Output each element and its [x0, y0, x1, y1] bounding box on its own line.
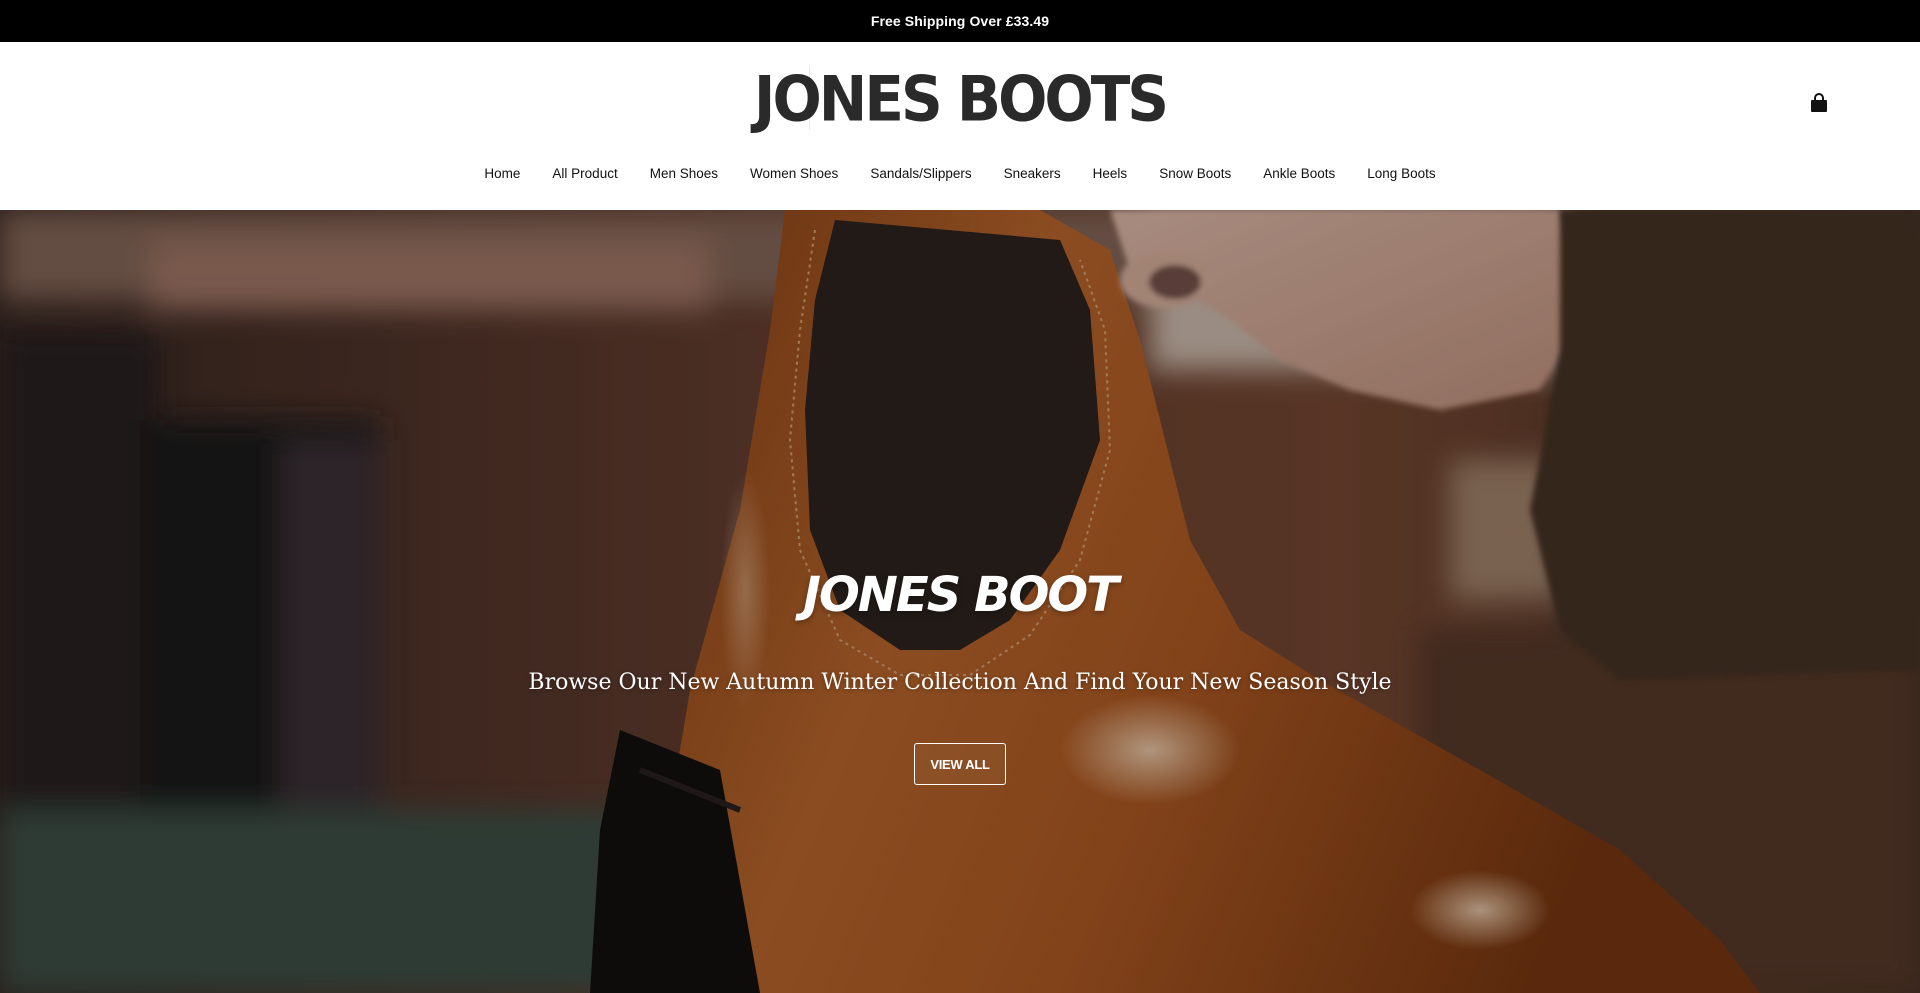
site-header: JONES BOOTS Home All Product Men Shoes W… [0, 42, 1920, 210]
nav-item-sandals-slippers[interactable]: Sandals/Slippers [854, 166, 987, 181]
nav-item-snow-boots[interactable]: Snow Boots [1143, 166, 1247, 181]
shopping-bag-icon[interactable] [1808, 92, 1830, 114]
nav-item-home[interactable]: Home [468, 166, 536, 181]
site-logo[interactable]: JONES BOOTS [0, 68, 1920, 131]
nav-item-ankle-boots[interactable]: Ankle Boots [1247, 166, 1351, 181]
nav-item-women-shoes[interactable]: Women Shoes [734, 166, 854, 181]
nav-item-all-product[interactable]: All Product [536, 166, 633, 181]
nav-item-men-shoes[interactable]: Men Shoes [634, 166, 734, 181]
nav-item-heels[interactable]: Heels [1077, 166, 1144, 181]
hero-banner: JONES BOOT Browse Our New Autumn Winter … [0, 210, 1920, 993]
main-navigation: Home All Product Men Shoes Women Shoes S… [0, 166, 1920, 181]
view-all-button[interactable]: VIEW ALL [914, 743, 1006, 785]
nav-item-sneakers[interactable]: Sneakers [988, 166, 1077, 181]
hero-subtitle: Browse Our New Autumn Winter Collection … [528, 670, 1392, 695]
announcement-bar: Free Shipping Over £33.49 [0, 0, 1920, 42]
nav-item-long-boots[interactable]: Long Boots [1351, 166, 1451, 181]
announcement-text: Free Shipping Over £33.49 [870, 13, 1050, 29]
hero-title: JONES BOOT [803, 567, 1119, 623]
